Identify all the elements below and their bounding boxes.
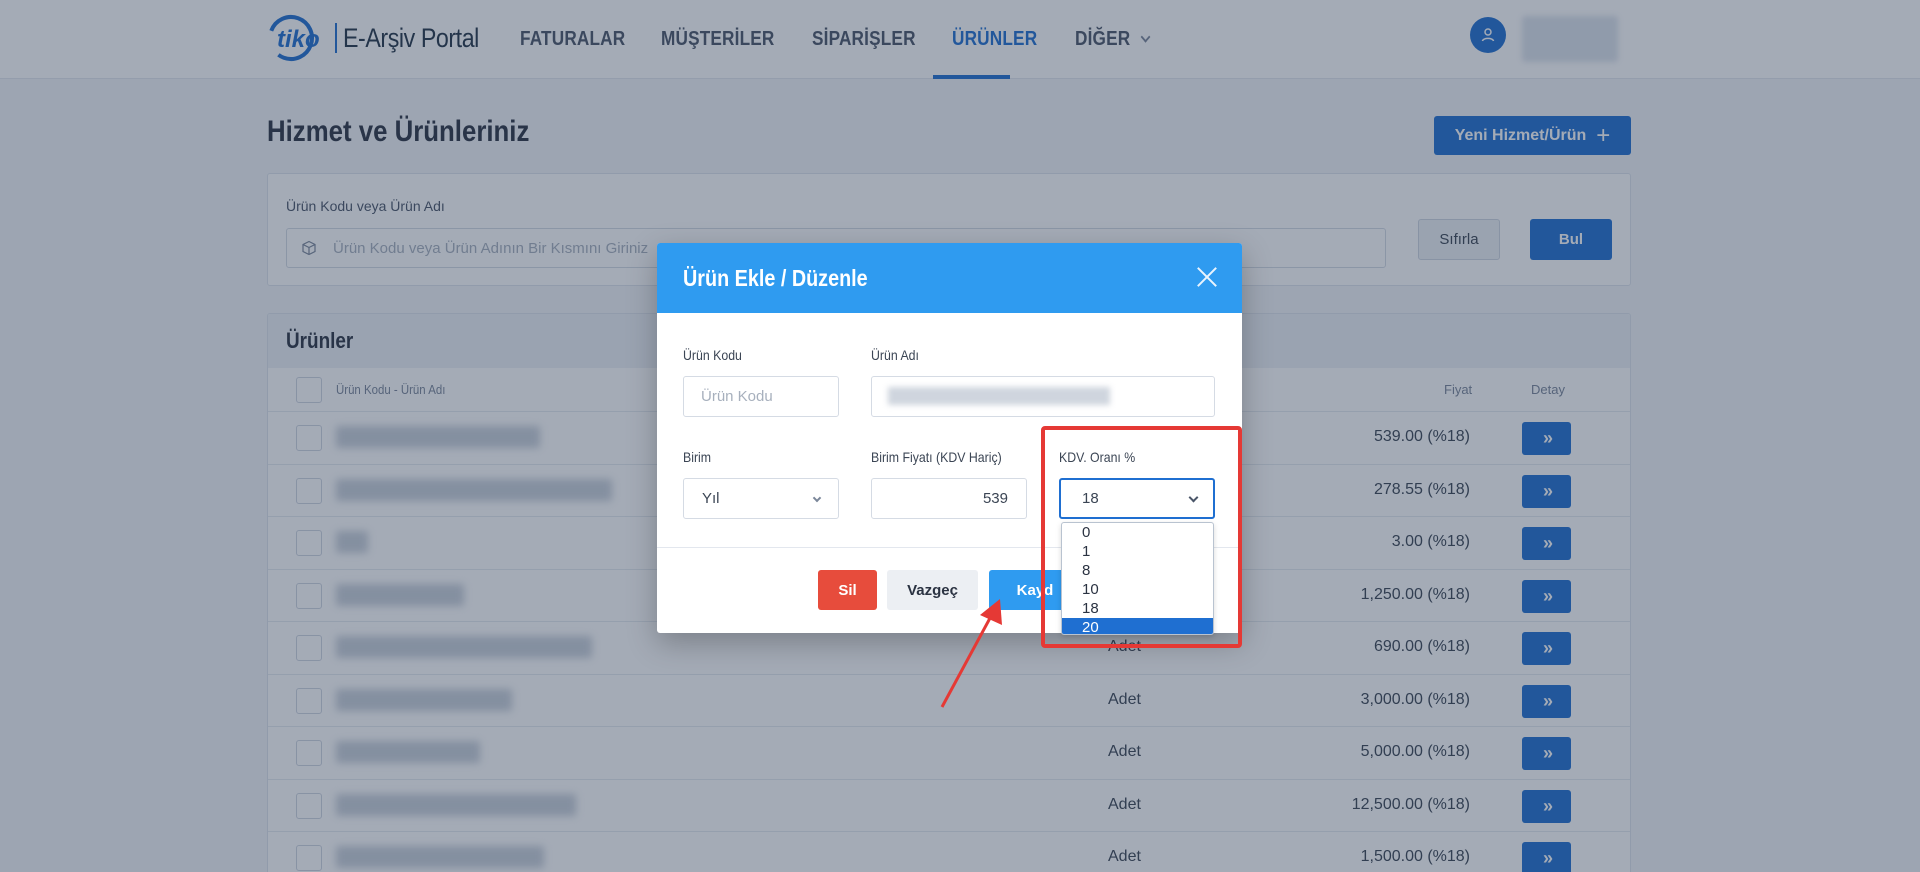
annotation-highlight-box — [1041, 426, 1242, 648]
product-name-redacted — [888, 387, 1110, 405]
unit-price-input[interactable]: 539 — [871, 478, 1027, 519]
annotation-arrow-icon — [940, 599, 1002, 708]
product-name-label: Ürün Adı — [871, 347, 919, 363]
close-icon[interactable] — [1196, 266, 1218, 288]
unit-price-label: Birim Fiyatı (KDV Hariç) — [871, 449, 1002, 465]
chevron-down-icon — [812, 493, 822, 503]
delete-button[interactable]: Sil — [818, 570, 877, 610]
product-code-placeholder: Ürün Kodu — [701, 388, 773, 405]
product-name-input[interactable] — [871, 376, 1215, 417]
product-code-label: Ürün Kodu — [683, 347, 742, 363]
product-code-input[interactable]: Ürün Kodu — [683, 376, 839, 417]
unit-label: Birim — [683, 449, 712, 465]
modal-header: Ürün Ekle / Düzenle — [657, 243, 1242, 313]
modal-title: Ürün Ekle / Düzenle — [683, 265, 868, 291]
unit-select-value: Yıl — [702, 490, 720, 507]
unit-select[interactable]: Yıl — [683, 478, 839, 519]
